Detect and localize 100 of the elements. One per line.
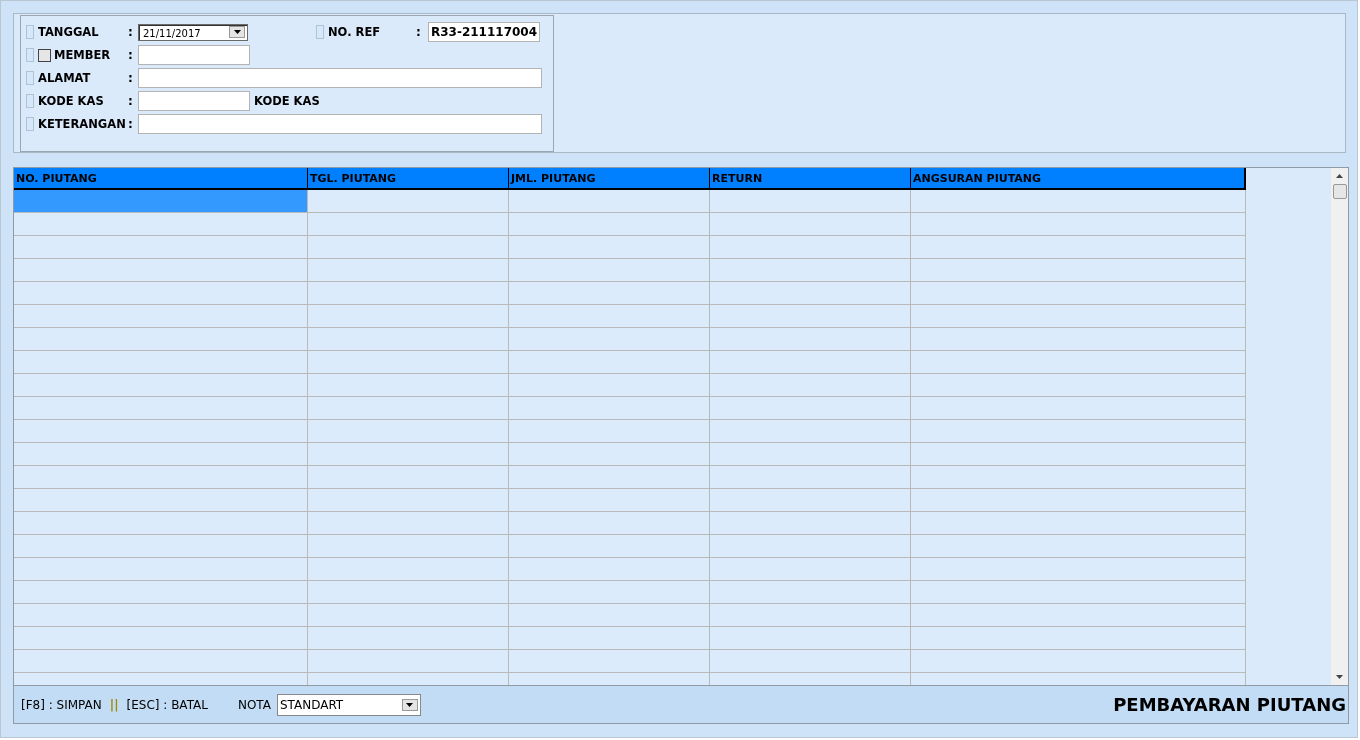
table-cell[interactable] bbox=[911, 190, 1246, 213]
table-cell[interactable] bbox=[308, 351, 509, 374]
table-cell[interactable] bbox=[710, 213, 911, 236]
table-cell[interactable] bbox=[308, 581, 509, 604]
table-cell[interactable] bbox=[509, 581, 710, 604]
table-cell[interactable] bbox=[509, 213, 710, 236]
table-cell[interactable] bbox=[308, 213, 509, 236]
table-cell[interactable] bbox=[911, 397, 1246, 420]
table-cell[interactable] bbox=[509, 650, 710, 673]
table-cell[interactable] bbox=[911, 443, 1246, 466]
table-cell[interactable] bbox=[14, 650, 308, 673]
table-cell[interactable] bbox=[710, 650, 911, 673]
table-cell[interactable] bbox=[509, 512, 710, 535]
table-cell[interactable] bbox=[308, 604, 509, 627]
scrollbar-thumb[interactable] bbox=[1332, 184, 1347, 199]
table-cell[interactable] bbox=[911, 466, 1246, 489]
table-cell[interactable] bbox=[710, 489, 911, 512]
table-cell[interactable] bbox=[710, 512, 911, 535]
table-cell[interactable] bbox=[14, 535, 308, 558]
table-cell[interactable] bbox=[710, 581, 911, 604]
table-cell[interactable] bbox=[509, 190, 710, 213]
table-cell[interactable] bbox=[308, 420, 509, 443]
date-picker[interactable]: 21/11/2017 bbox=[138, 23, 248, 41]
table-cell[interactable] bbox=[14, 236, 308, 259]
scroll-up-icon[interactable] bbox=[1336, 174, 1343, 178]
table-cell[interactable] bbox=[710, 604, 911, 627]
table-cell[interactable] bbox=[911, 259, 1246, 282]
table-cell[interactable] bbox=[308, 650, 509, 673]
table-cell[interactable] bbox=[710, 328, 911, 351]
table-cell[interactable] bbox=[509, 351, 710, 374]
table-cell[interactable] bbox=[911, 489, 1246, 512]
table-cell[interactable] bbox=[308, 558, 509, 581]
nota-dropdown[interactable]: STANDART bbox=[276, 693, 421, 716]
table-cell[interactable] bbox=[710, 190, 911, 213]
table-cell[interactable] bbox=[509, 604, 710, 627]
table-cell[interactable] bbox=[710, 535, 911, 558]
table-cell[interactable] bbox=[509, 236, 710, 259]
vertical-scrollbar[interactable] bbox=[1331, 168, 1348, 685]
table-cell[interactable] bbox=[509, 489, 710, 512]
table-cell[interactable] bbox=[308, 190, 509, 213]
table-cell[interactable] bbox=[911, 282, 1246, 305]
table-cell[interactable] bbox=[14, 259, 308, 282]
table-cell[interactable] bbox=[710, 259, 911, 282]
table-cell[interactable] bbox=[308, 535, 509, 558]
table-cell[interactable] bbox=[911, 351, 1246, 374]
table-cell[interactable] bbox=[911, 558, 1246, 581]
table-cell[interactable] bbox=[509, 397, 710, 420]
table-cell[interactable] bbox=[911, 604, 1246, 627]
table-cell[interactable] bbox=[710, 466, 911, 489]
table-cell[interactable] bbox=[911, 328, 1246, 351]
table-cell[interactable] bbox=[911, 512, 1246, 535]
table-cell[interactable] bbox=[308, 489, 509, 512]
table-cell[interactable] bbox=[14, 466, 308, 489]
table-cell[interactable] bbox=[710, 282, 911, 305]
table-cell[interactable] bbox=[308, 627, 509, 650]
table-cell[interactable] bbox=[308, 305, 509, 328]
table-cell[interactable] bbox=[14, 489, 308, 512]
table-cell[interactable] bbox=[509, 443, 710, 466]
table-cell[interactable] bbox=[14, 627, 308, 650]
table-cell[interactable] bbox=[509, 328, 710, 351]
table-cell[interactable] bbox=[509, 282, 710, 305]
table-cell[interactable] bbox=[509, 374, 710, 397]
table-cell[interactable] bbox=[308, 259, 509, 282]
table-cell[interactable] bbox=[14, 443, 308, 466]
table-cell[interactable] bbox=[710, 443, 911, 466]
table-cell[interactable] bbox=[308, 466, 509, 489]
table-cell[interactable] bbox=[710, 558, 911, 581]
dropdown-icon[interactable] bbox=[401, 698, 418, 711]
table-cell[interactable] bbox=[911, 374, 1246, 397]
table-cell[interactable] bbox=[308, 512, 509, 535]
table-cell[interactable] bbox=[911, 420, 1246, 443]
table-cell[interactable] bbox=[308, 443, 509, 466]
table-cell[interactable] bbox=[509, 558, 710, 581]
input-field[interactable] bbox=[138, 91, 250, 111]
table-cell[interactable] bbox=[14, 190, 308, 213]
table-cell[interactable] bbox=[710, 397, 911, 420]
table-cell[interactable] bbox=[14, 328, 308, 351]
table-cell[interactable] bbox=[509, 420, 710, 443]
table-cell[interactable] bbox=[308, 282, 509, 305]
table-cell[interactable] bbox=[14, 374, 308, 397]
input-field[interactable] bbox=[138, 114, 542, 134]
table-cell[interactable] bbox=[911, 305, 1246, 328]
column-header[interactable]: TGL. PIUTANG bbox=[308, 168, 509, 190]
table-cell[interactable] bbox=[911, 236, 1246, 259]
table-cell[interactable] bbox=[308, 374, 509, 397]
table-cell[interactable] bbox=[710, 351, 911, 374]
table-cell[interactable] bbox=[911, 535, 1246, 558]
column-header[interactable]: NO. PIUTANG bbox=[14, 168, 308, 190]
column-header[interactable]: JML. PIUTANG bbox=[509, 168, 710, 190]
table-cell[interactable] bbox=[14, 558, 308, 581]
input-field[interactable] bbox=[138, 45, 250, 65]
table-cell[interactable] bbox=[911, 627, 1246, 650]
table-cell[interactable] bbox=[710, 374, 911, 397]
table-cell[interactable] bbox=[911, 581, 1246, 604]
table-cell[interactable] bbox=[14, 581, 308, 604]
table-cell[interactable] bbox=[308, 397, 509, 420]
table-cell[interactable] bbox=[911, 213, 1246, 236]
ref-field[interactable]: R33-211117004 bbox=[428, 22, 540, 42]
table-cell[interactable] bbox=[308, 328, 509, 351]
table-cell[interactable] bbox=[14, 604, 308, 627]
